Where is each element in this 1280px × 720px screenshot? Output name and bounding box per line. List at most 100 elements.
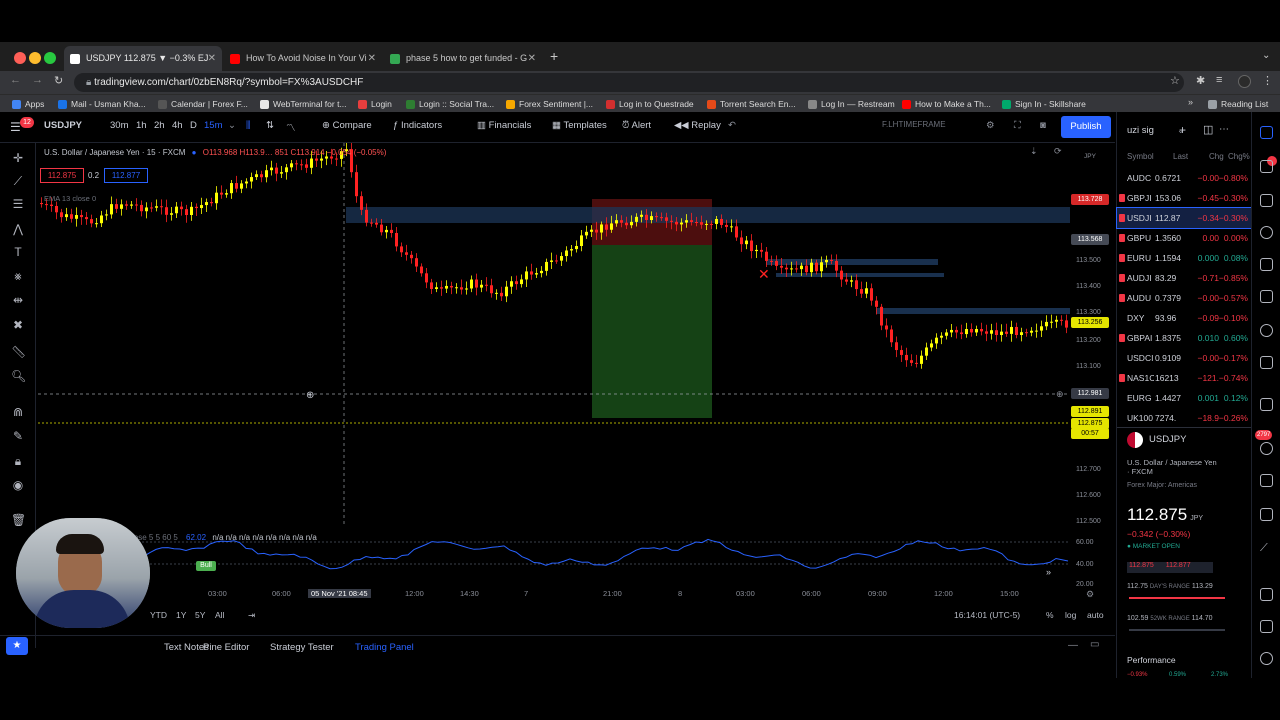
- close-tab-icon[interactable]: ✕: [208, 46, 216, 71]
- indicators-button[interactable]: ƒ Indicators: [393, 120, 442, 131]
- pencil-icon[interactable]: ✎: [11, 429, 25, 443]
- alert-button[interactable]: ⏰︎ Alert: [622, 120, 651, 131]
- detail-symbol[interactable]: USDJPY: [1149, 434, 1186, 445]
- publish-button[interactable]: Publish: [1061, 116, 1111, 138]
- replay-button[interactable]: ◀◀ Replay: [674, 120, 721, 131]
- price-chart[interactable]: ✕ ⊕: [38, 143, 1070, 524]
- bar-style-icon[interactable]: ⫼: [246, 120, 250, 131]
- bookmark-youtube[interactable]: How to Make a Th...: [902, 97, 991, 111]
- watchlist-row[interactable]: UK100 7274. −18.9 −0.26%: [1117, 408, 1252, 428]
- log-scale-toggle[interactable]: log: [1065, 610, 1076, 620]
- watchlist-row[interactable]: USDJI 112.87 −0.34 −0.30%: [1116, 207, 1253, 229]
- products-icon[interactable]: [1260, 588, 1273, 601]
- range-ytd[interactable]: YTD: [150, 610, 167, 620]
- time-axis[interactable]: 03:00 06:00 05 Nov '21 08:45 12:00 14:30…: [38, 587, 1070, 601]
- fib-retracement-icon[interactable]: ☰: [11, 197, 25, 211]
- close-window-icon[interactable]: [14, 52, 26, 64]
- buy-button[interactable]: 112.877: [104, 168, 148, 183]
- tab-trading-panel[interactable]: Trading Panel: [355, 642, 414, 653]
- bookmark-questrade[interactable]: Log in to Questrade: [606, 97, 694, 111]
- settings-gear-icon[interactable]: ⚙: [986, 120, 995, 131]
- oscillator-legend[interactable]: close 5 5 60 5 62.02 n/a n/a n/a n/a n/a…: [128, 533, 317, 542]
- close-tab-icon[interactable]: ✕: [528, 46, 536, 71]
- watchlist-row[interactable]: USDCI 0.9109 −0.00 −0.17%: [1117, 348, 1252, 368]
- watchlist-row[interactable]: AUDJI 83.29 −0.71 −0.85%: [1117, 268, 1252, 288]
- calculator-icon[interactable]: [1260, 474, 1273, 487]
- minimize-window-icon[interactable]: [29, 52, 41, 64]
- bookmark-reading-list[interactable]: Reading List: [1208, 97, 1268, 111]
- watchlist-more-icon[interactable]: ⋯: [1219, 124, 1229, 135]
- percent-scale-toggle[interactable]: %: [1046, 610, 1054, 620]
- browser-tab-youtube[interactable]: How To Avoid Noise In Your Vi ✕: [224, 46, 382, 71]
- auto-scale-toggle[interactable]: auto: [1087, 610, 1104, 620]
- watchlist-row[interactable]: NAS1C 16213 −121. −0.74%: [1117, 368, 1252, 388]
- range-all[interactable]: All: [215, 610, 224, 620]
- media-control-icon[interactable]: ≡: [1216, 74, 1222, 86]
- pattern-icon[interactable]: ⋀: [11, 222, 25, 236]
- text-tool-icon[interactable]: T: [11, 245, 25, 259]
- layers-icon[interactable]: [1260, 620, 1273, 633]
- watchlist-row[interactable]: GBPU 1.3560 0.00 0.00%: [1117, 228, 1252, 248]
- bookmark-apps[interactable]: Apps: [12, 97, 44, 111]
- sell-button[interactable]: 112.875: [40, 168, 84, 183]
- interval-d[interactable]: D: [190, 120, 197, 131]
- watchlist-row[interactable]: EURU 1.1594 0.000 0.08%: [1117, 248, 1252, 268]
- add-alert-plus-icon[interactable]: ⊕: [1056, 389, 1064, 400]
- add-symbol-icon[interactable]: +: [1179, 123, 1186, 137]
- hotlist-icon[interactable]: [1260, 226, 1273, 239]
- browser-menu-icon[interactable]: ⋮: [1262, 74, 1273, 87]
- goto-date-icon[interactable]: ⇥: [248, 610, 255, 621]
- chart-title[interactable]: U.S. Dollar / Japanese Yen · 15 · FXCM ●…: [44, 148, 386, 157]
- measure-icon[interactable]: ⇹: [11, 293, 25, 307]
- col-last[interactable]: Last: [1173, 152, 1188, 161]
- price-axis[interactable]: JPY 113.728 113.568 113.500 113.400 113.…: [1070, 143, 1115, 598]
- symbol-search-button[interactable]: USDJPY: [44, 120, 82, 131]
- profile-avatar[interactable]: [1238, 75, 1251, 88]
- ruler-icon[interactable]: 📏︎: [11, 345, 26, 359]
- layout-name[interactable]: F.LHTIMEFRAME: [882, 120, 946, 129]
- tab-strategy-tester[interactable]: Strategy Tester: [270, 642, 334, 653]
- scroll-right-icon[interactable]: »: [1046, 567, 1051, 577]
- download-icon[interactable]: ⇣: [1030, 146, 1038, 157]
- trend-line-icon[interactable]: ⟋: [11, 174, 25, 188]
- interval-15m[interactable]: 15m: [204, 120, 222, 131]
- browser-tab-tradingview[interactable]: USDJPY 112.875 ▼ −0.3% EJ ✕: [64, 46, 222, 71]
- bookmark-calendar[interactable]: Calendar | Forex F...: [158, 97, 248, 111]
- bookmark-restream[interactable]: Log In — Restream: [808, 97, 895, 111]
- chart-settings-icon[interactable]: ⚙: [1086, 589, 1094, 600]
- forward-icon[interactable]: →: [32, 74, 43, 86]
- pine-icon[interactable]: [1260, 652, 1273, 665]
- col-chg[interactable]: Chg: [1209, 152, 1224, 161]
- zoom-in-icon[interactable]: 🔍︎: [11, 369, 26, 383]
- bookmark-torrent-search[interactable]: Torrent Search En...: [707, 97, 796, 111]
- detail-category[interactable]: Forex Major: Americas: [1127, 482, 1197, 489]
- notifications-icon[interactable]: [1260, 398, 1273, 411]
- extensions-icon[interactable]: ✱: [1196, 74, 1205, 87]
- col-chg-pct[interactable]: Chg%: [1228, 152, 1250, 161]
- bookmark-star-icon[interactable]: ☆: [1170, 74, 1180, 87]
- url-field[interactable]: 🔒︎ tradingview.com/chart/0zbEN8Rq/?symbo…: [74, 73, 1184, 92]
- line-chart-icon[interactable]: 〽: [286, 120, 296, 134]
- streams-icon[interactable]: [1260, 324, 1273, 337]
- watchlist-row[interactable]: GBPAI 1.8375 0.010 0.60%: [1117, 328, 1252, 348]
- close-tab-icon[interactable]: ✕: [368, 46, 376, 71]
- back-icon[interactable]: ←: [10, 74, 21, 86]
- ema-legend[interactable]: EMA 13 close 0: [44, 194, 96, 203]
- favorites-star-icon[interactable]: ★: [6, 637, 28, 655]
- range-5y[interactable]: 5Y: [195, 610, 205, 620]
- chart-clock[interactable]: 16:14:01 (UTC-5): [954, 610, 1020, 620]
- interval-2h[interactable]: 2h: [154, 120, 165, 131]
- help-icon[interactable]: [1260, 508, 1273, 521]
- bookmark-social-trading[interactable]: Login :: Social Tra...: [406, 97, 494, 111]
- bookmark-login[interactable]: Login: [358, 97, 392, 111]
- watchlist-row[interactable]: GBPJI 153.06 −0.45 −0.30%: [1117, 188, 1252, 208]
- watchlist-row[interactable]: AUDU 0.7379 −0.00 −0.57%: [1117, 288, 1252, 308]
- interval-dropdown-icon[interactable]: ⌄: [228, 120, 236, 131]
- snapshot-camera-icon[interactable]: ◙: [1040, 120, 1046, 131]
- remove-drawings-icon[interactable]: ✖: [11, 318, 25, 332]
- bookmark-mail[interactable]: Mail - Usman Kha...: [58, 97, 146, 111]
- crosshair-icon[interactable]: ✛: [11, 151, 25, 165]
- col-symbol[interactable]: Symbol: [1127, 152, 1154, 161]
- tab-pine-editor[interactable]: Pine Editor: [203, 642, 249, 653]
- bookmark-webterminal[interactable]: WebTerminal for t...: [260, 97, 347, 111]
